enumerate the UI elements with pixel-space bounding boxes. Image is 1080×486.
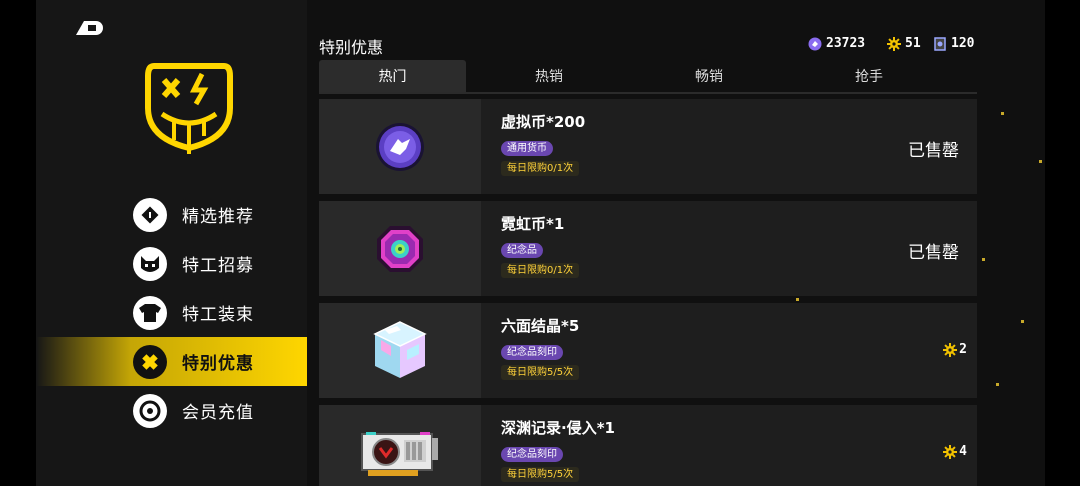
item-tag: 纪念品刻印 (501, 447, 563, 462)
sidebar-item-label: 精选推荐 (182, 207, 254, 227)
gear-token-icon (943, 444, 958, 459)
sidebar-item-outfit[interactable]: 特工装束 (36, 288, 307, 337)
sidebar-item-label: 特别优惠 (182, 354, 254, 374)
sidebar-item-recruit[interactable]: 特工招募 (36, 239, 307, 288)
purple-coin-icon (808, 37, 822, 50)
currency-gears: 51 (887, 36, 921, 51)
sidebar: 精选推荐 特工招募 特工装束 特别优惠 会员充值 (36, 0, 307, 486)
page-title: 特别优惠 (319, 38, 384, 57)
price-button[interactable]: 2 (943, 342, 967, 357)
offer-card[interactable]: 六面结晶*5 纪念品刻印 每日限购5/5次 2 (319, 303, 977, 398)
back-button[interactable] (74, 15, 108, 37)
price-value: 2 (959, 342, 967, 357)
sidebar-nav: 精选推荐 特工招募 特工装束 特别优惠 会员充值 (36, 190, 307, 435)
item-name: 虚拟币*200 (501, 113, 586, 131)
tab-best-seller[interactable]: 畅销 (629, 60, 789, 92)
sold-out-label: 已售罄 (908, 141, 959, 161)
item-name: 深渊记录·侵入*1 (501, 419, 615, 437)
tab-hot-sale[interactable]: 热销 (469, 60, 629, 92)
sidebar-item-featured[interactable]: 精选推荐 (36, 190, 307, 239)
offer-card[interactable]: 霓虹币*1 纪念品 每日限购0/1次 已售罄 (319, 201, 977, 296)
back-arrow-icon (76, 21, 103, 35)
sidebar-item-label: 会员充值 (182, 403, 254, 423)
item-tag: 通用货币 (501, 141, 553, 156)
cat-mask-icon (133, 246, 167, 281)
offer-card[interactable]: 虚拟币*200 通用货币 每日限购0/1次 已售罄 (319, 99, 977, 194)
tab-bar: 热门 热销 畅销 抢手 (319, 60, 977, 94)
item-limit: 每日限购0/1次 (501, 263, 580, 278)
tab-popular[interactable]: 抢手 (789, 60, 949, 92)
gear-token-icon (943, 342, 958, 357)
active-indicator (301, 337, 307, 386)
item-thumbnail (319, 201, 481, 296)
item-tag: 纪念品 (501, 243, 543, 258)
sidebar-item-label: 特工装束 (182, 305, 254, 325)
item-tag: 纪念品刻印 (501, 345, 563, 360)
sidebar-item-label: 特工招募 (182, 256, 254, 276)
item-name: 六面结晶*5 (501, 317, 580, 335)
ticket-card-icon (934, 36, 946, 51)
sidebar-item-membership[interactable]: 会员充值 (36, 386, 307, 435)
shop-window: 精选推荐 特工招募 特工装束 特别优惠 会员充值 特别优惠 23723 51 1… (36, 0, 1045, 486)
offer-card[interactable]: 深渊记录·侵入*1 纪念品刻印 每日限购5/5次 4 (319, 405, 977, 486)
currency-value: 120 (951, 36, 975, 51)
currency-value: 23723 (826, 36, 866, 51)
diamond-sticker-icon (133, 197, 167, 232)
item-thumbnail (319, 99, 481, 194)
graphics-card-icon (361, 431, 438, 476)
item-limit: 每日限购5/5次 (501, 467, 580, 482)
tab-hot[interactable]: 热门 (319, 60, 466, 92)
currency-value: 51 (905, 36, 921, 51)
item-limit: 每日限购0/1次 (501, 161, 580, 176)
gear-token-icon (887, 36, 901, 51)
item-thumbnail (319, 405, 481, 486)
currency-tickets: 120 (933, 36, 974, 51)
smiley-logo (144, 58, 234, 158)
sidebar-item-special-offer[interactable]: 特别优惠 (36, 337, 307, 386)
crystal-cube-icon (373, 320, 427, 378)
screen: 精选推荐 特工招募 特工装束 特别优惠 会员充值 特别优惠 23723 51 1… (0, 0, 1080, 486)
currency-coins: 23723 (808, 36, 865, 51)
virtual-coin-icon (376, 122, 424, 171)
item-thumbnail (319, 303, 481, 398)
target-coin-icon (133, 393, 167, 428)
item-limit: 每日限购5/5次 (501, 365, 580, 380)
main-panel: 特别优惠 23723 51 120 热门 热销 畅销 抢手 虚拟币*200 通用… (319, 0, 979, 486)
neon-coin-icon (377, 225, 423, 272)
item-name: 霓虹币*1 (501, 215, 565, 233)
sold-out-label: 已售罄 (908, 243, 959, 263)
price-value: 4 (959, 444, 967, 459)
price-button[interactable]: 4 (943, 444, 967, 459)
ticket-cross-icon (133, 344, 167, 379)
shirt-icon (133, 295, 167, 330)
